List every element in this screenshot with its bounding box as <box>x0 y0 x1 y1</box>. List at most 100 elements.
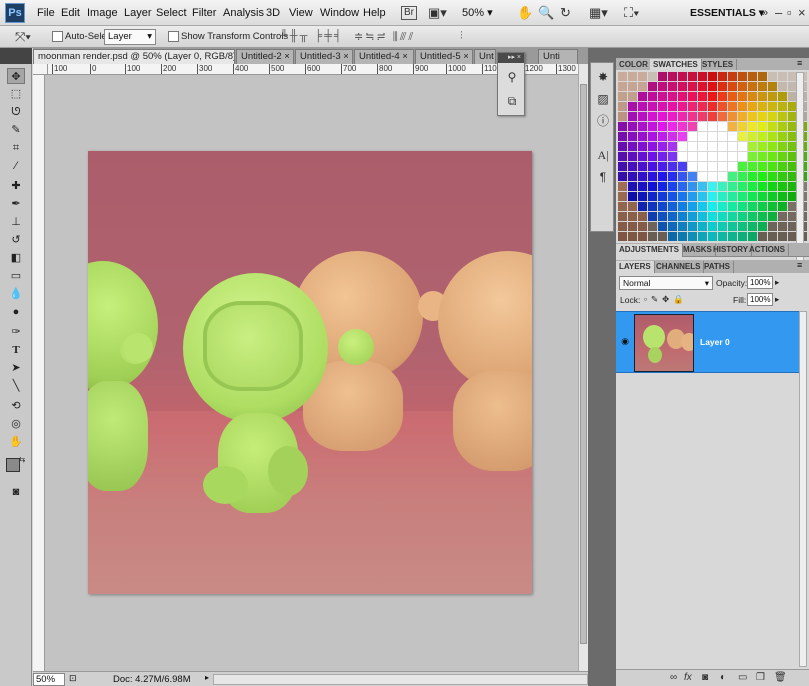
swatch[interactable] <box>748 122 757 131</box>
paragraph-panel-icon[interactable]: ¶ <box>595 169 611 185</box>
status-arrow-icon[interactable]: ▸ <box>205 673 209 682</box>
path-select-tool-icon[interactable]: ➤ <box>7 360 25 376</box>
swatch[interactable] <box>758 72 767 81</box>
swatch[interactable] <box>658 172 667 181</box>
swatch[interactable] <box>698 222 707 231</box>
swatch[interactable] <box>738 162 747 171</box>
hand-tool-panel-icon[interactable]: ✋ <box>7 434 25 450</box>
swatch[interactable] <box>668 82 677 91</box>
swatch[interactable] <box>738 92 747 101</box>
swatch[interactable] <box>748 212 757 221</box>
clone-source-icon[interactable]: ⧉ <box>504 93 520 109</box>
swatch[interactable] <box>658 202 667 211</box>
swatch[interactable] <box>718 162 727 171</box>
swatch[interactable] <box>778 202 787 211</box>
menu-layer[interactable]: Layer <box>124 7 152 19</box>
menu-window[interactable]: Window <box>320 7 359 19</box>
swatch[interactable] <box>758 132 767 141</box>
swatch[interactable] <box>758 142 767 151</box>
swatch[interactable] <box>658 192 667 201</box>
swatch[interactable] <box>688 152 697 161</box>
swatch[interactable] <box>748 142 757 151</box>
swatch[interactable] <box>708 202 717 211</box>
swatch[interactable] <box>638 122 647 131</box>
swatch[interactable] <box>628 202 637 211</box>
swatch[interactable] <box>738 72 747 81</box>
swatch[interactable] <box>708 232 717 241</box>
swatch[interactable] <box>648 102 657 111</box>
workspace-switcher[interactable]: ESSENTIALS ▾ <box>690 7 764 19</box>
swatch[interactable] <box>638 142 647 151</box>
auto-select-target-select[interactable]: Layer ▾ <box>104 29 156 45</box>
swatch[interactable] <box>758 112 767 121</box>
swatch[interactable] <box>698 142 707 151</box>
swatch[interactable] <box>748 162 757 171</box>
swatch[interactable] <box>658 182 667 191</box>
swatch[interactable] <box>748 92 757 101</box>
swatch[interactable] <box>728 162 737 171</box>
swatch[interactable] <box>738 202 747 211</box>
swatch[interactable] <box>658 92 667 101</box>
swatch[interactable] <box>778 72 787 81</box>
swatch[interactable] <box>718 142 727 151</box>
swatch[interactable] <box>758 162 767 171</box>
menu-image[interactable]: Image <box>87 7 118 19</box>
swatch[interactable] <box>638 132 647 141</box>
swatch[interactable] <box>728 102 737 111</box>
swatch[interactable] <box>698 72 707 81</box>
swatch[interactable] <box>678 152 687 161</box>
swatch[interactable] <box>668 202 677 211</box>
swatch[interactable] <box>738 152 747 161</box>
vertical-scrollbar[interactable] <box>578 64 588 671</box>
swatch[interactable] <box>648 142 657 151</box>
swatch[interactable] <box>668 152 677 161</box>
swatch[interactable] <box>768 102 777 111</box>
type-tool-icon[interactable]: T <box>7 342 25 358</box>
swatch[interactable] <box>678 92 687 101</box>
swatch[interactable] <box>638 192 647 201</box>
new-layer-icon[interactable]: ❐ <box>756 672 765 683</box>
tab-untitled-3[interactable]: Untitled-3 × <box>295 49 353 64</box>
swatch[interactable] <box>748 112 757 121</box>
swatch[interactable] <box>678 232 687 241</box>
quick-mask-icon[interactable]: ◙ <box>7 484 25 500</box>
swatch[interactable] <box>758 232 767 241</box>
menu-3d[interactable]: 3D <box>266 7 280 19</box>
swatch[interactable] <box>688 222 697 231</box>
delete-layer-icon[interactable]: 🗑 <box>774 672 787 683</box>
swatch[interactable] <box>738 112 747 121</box>
swatch[interactable] <box>768 172 777 181</box>
swatch[interactable] <box>618 142 627 151</box>
swatch[interactable] <box>648 112 657 121</box>
swatch[interactable] <box>648 82 657 91</box>
moonman-render-image[interactable] <box>88 151 532 594</box>
swatch[interactable] <box>668 222 677 231</box>
swatch[interactable] <box>618 202 627 211</box>
swatch[interactable] <box>658 122 667 131</box>
vertical-ruler[interactable] <box>33 75 45 671</box>
tools-panel-header[interactable] <box>0 48 32 64</box>
swatch[interactable] <box>688 132 697 141</box>
swatch[interactable] <box>628 102 637 111</box>
new-group-icon[interactable]: ▭ <box>738 672 747 683</box>
swatch[interactable] <box>748 152 757 161</box>
3d-rotate-tool-icon[interactable]: ⟲ <box>7 398 25 414</box>
swatch[interactable] <box>698 92 707 101</box>
character-panel-icon[interactable]: A| <box>595 147 611 163</box>
swatch[interactable] <box>708 122 717 131</box>
swatch[interactable] <box>688 232 697 241</box>
swatch[interactable] <box>618 232 627 241</box>
swatch[interactable] <box>638 182 647 191</box>
swatch[interactable] <box>728 92 737 101</box>
swatch[interactable] <box>628 112 637 121</box>
swatch[interactable] <box>628 212 637 221</box>
healing-brush-tool-icon[interactable]: ✚ <box>7 178 25 194</box>
view-extras-icon[interactable]: ▣▾ <box>428 5 447 21</box>
swatch[interactable] <box>688 72 697 81</box>
swatch[interactable] <box>678 182 687 191</box>
swatch[interactable] <box>628 162 637 171</box>
panel-menu-icon[interactable]: ≡ <box>797 58 802 68</box>
swatch[interactable] <box>778 162 787 171</box>
swatch[interactable] <box>658 132 667 141</box>
align-buttons-icon[interactable]: ╨╫╥ ╞╪╡ <box>280 30 344 42</box>
